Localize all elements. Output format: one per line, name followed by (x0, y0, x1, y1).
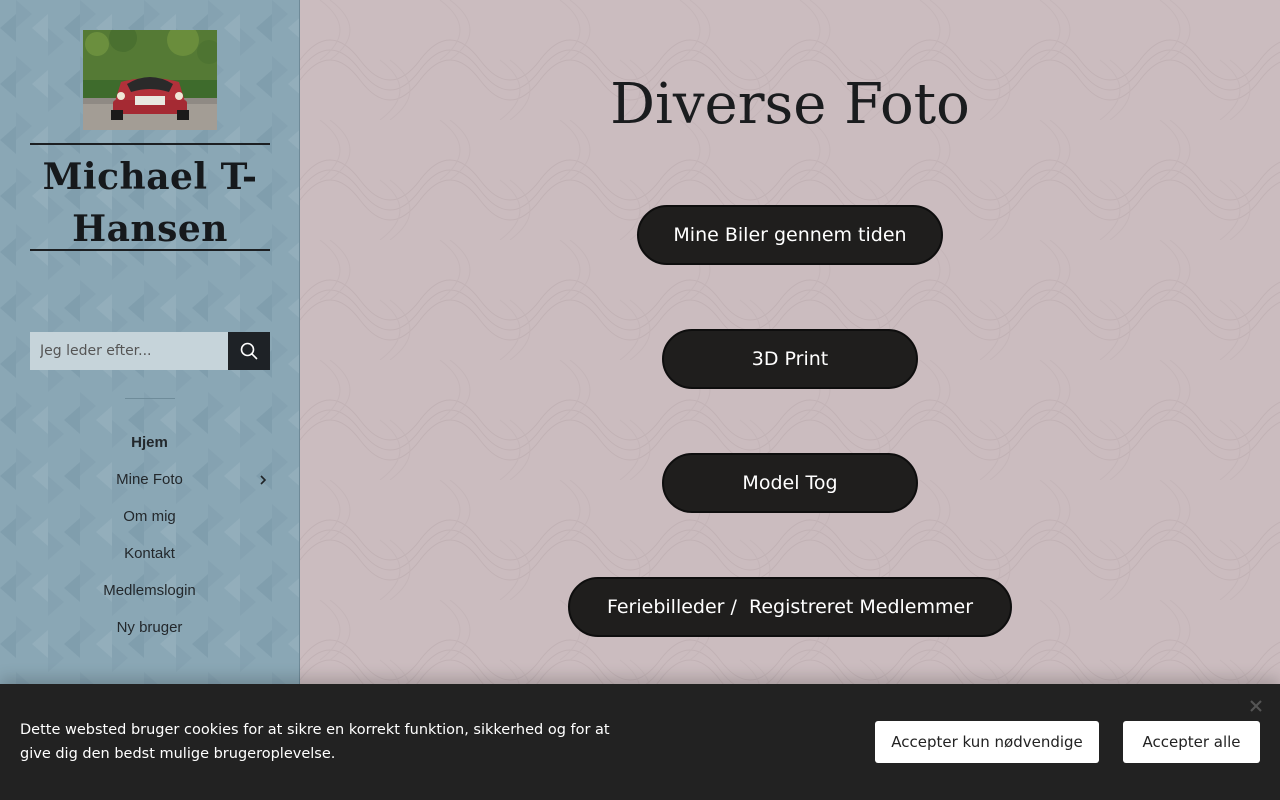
nav-item-label: Mine Foto (116, 471, 183, 488)
close-icon[interactable] (1248, 698, 1264, 714)
link-button-model-tog[interactable]: Model Tog (662, 453, 918, 513)
link-button-3d-print[interactable]: 3D Print (662, 329, 918, 389)
main-content: Diverse Foto Mine Biler gennem tiden 3D … (300, 0, 1280, 800)
page-title: Diverse Foto (610, 72, 970, 137)
search-form (30, 332, 270, 370)
search-input[interactable] (30, 332, 228, 370)
search-button[interactable] (228, 332, 270, 370)
accept-necessary-button[interactable]: Accepter kun nødvendige (875, 721, 1099, 763)
cookie-banner-text: Dette websted bruger cookies for at sikr… (20, 722, 610, 762)
nav-item-medlemslogin[interactable]: Medlemslogin (0, 572, 299, 609)
main-navigation: Hjem Mine Foto Om mig Kontakt Medlemslog… (0, 424, 299, 646)
sidebar: Michael T-Hansen Hjem Mine Foto Om mig K… (0, 0, 300, 800)
link-button-mine-biler[interactable]: Mine Biler gennem tiden (637, 205, 943, 265)
nav-item-mine-foto[interactable]: Mine Foto (0, 461, 299, 498)
link-button-feriebilleder[interactable]: Feriebilleder / Registreret Medlemmer (568, 577, 1012, 637)
site-title-block: Michael T-Hansen (30, 143, 270, 251)
nav-item-om-mig[interactable]: Om mig (0, 498, 299, 535)
search-icon (240, 342, 258, 360)
nav-item-kontakt[interactable]: Kontakt (0, 535, 299, 572)
cookie-banner: Dette websted bruger cookies for at sikr… (0, 684, 1280, 800)
chevron-right-icon[interactable] (259, 461, 267, 498)
site-title[interactable]: Michael T-Hansen (30, 145, 270, 255)
nav-item-ny-bruger[interactable]: Ny bruger (0, 609, 299, 646)
nav-item-hjem[interactable]: Hjem (0, 424, 299, 461)
sidebar-divider (125, 398, 175, 399)
logo-car-photo[interactable] (83, 30, 217, 130)
accept-all-button[interactable]: Accepter alle (1123, 721, 1260, 763)
